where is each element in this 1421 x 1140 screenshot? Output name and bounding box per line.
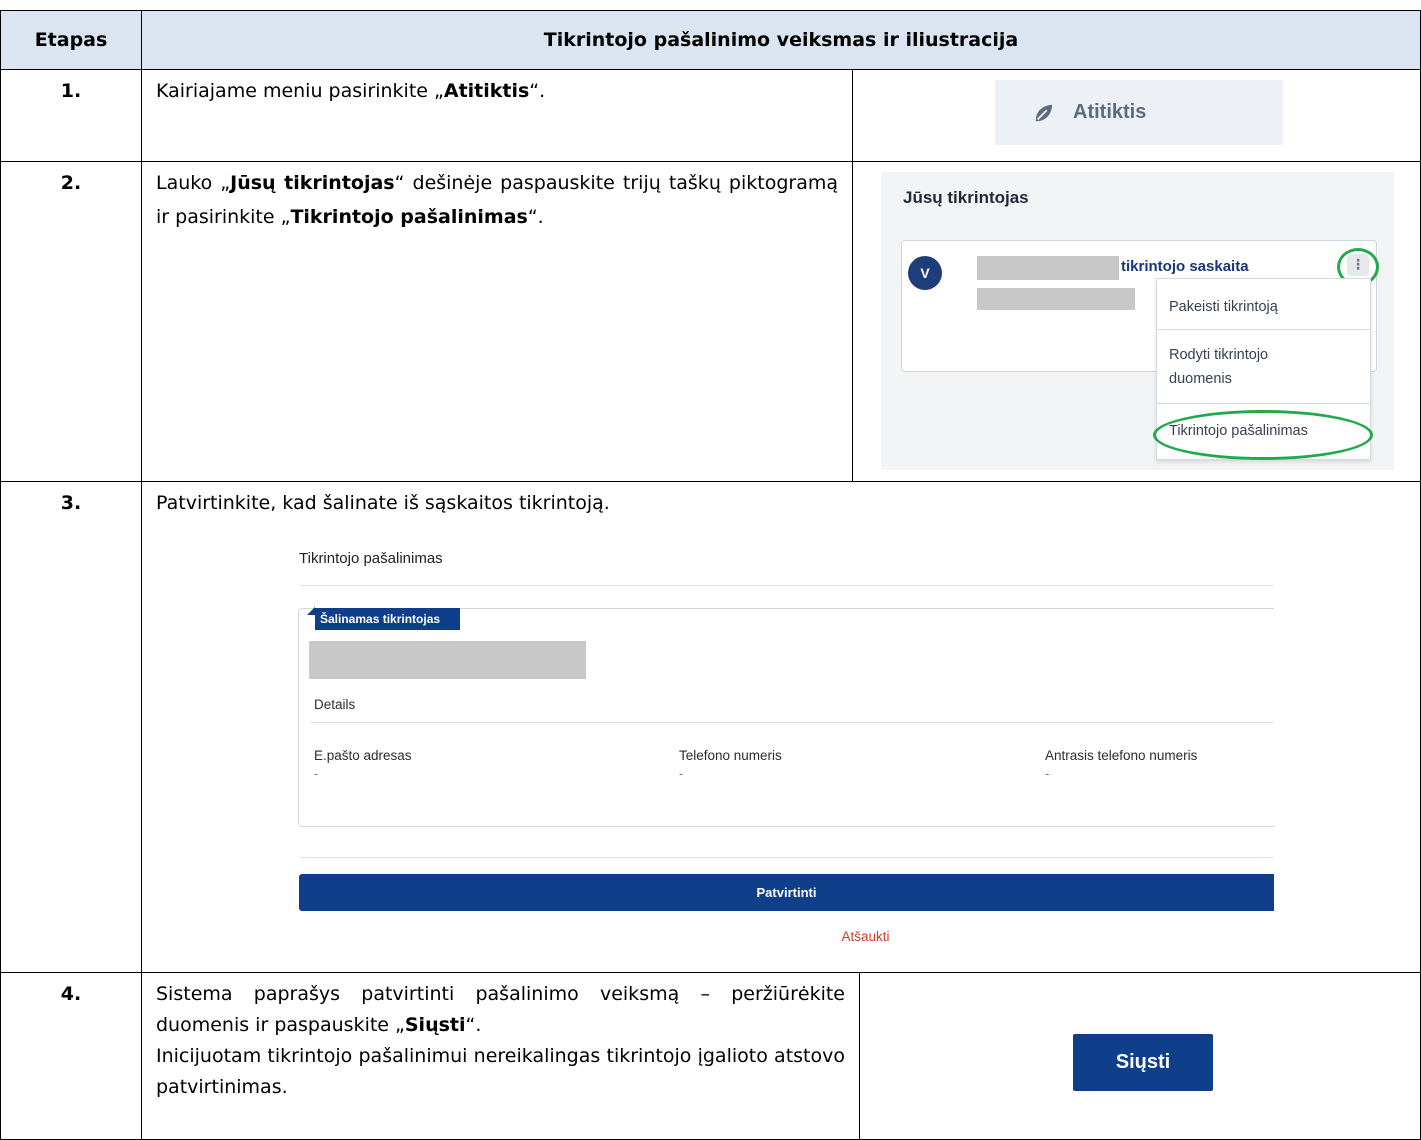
secondary-phone-label: Antrasis telefono numeris <box>1045 748 1198 763</box>
verifier-account-name: tikrintojo saskaita <box>1121 258 1249 275</box>
step-4-text-a: Sistema paprašys patvirtinti pašalinimo … <box>156 983 845 1036</box>
step-1-text-a: Kairiajame meniu pasirinkite „ <box>156 80 444 102</box>
step-1-num: 1. <box>60 80 82 102</box>
step-4-num: 4. <box>60 983 82 1005</box>
email-value: - <box>314 766 319 781</box>
secondary-phone-value: - <box>1045 766 1050 781</box>
menu-item-show-verifier-data[interactable]: Rodyti tikrintojo duomenis <box>1157 343 1307 391</box>
verifier-panel-title: Jūsų tikrintojas <box>903 188 1029 207</box>
step-3-text: Patvirtinkite, kad šalinate iš sąskaitos… <box>156 492 610 514</box>
header-etapas-label: Etapas <box>34 29 108 51</box>
footer-divider <box>299 857 1274 858</box>
phone-label: Telefono numeris <box>679 748 782 763</box>
send-button[interactable]: Siųsti <box>1073 1034 1213 1091</box>
cancel-link[interactable]: Atšaukti <box>841 929 889 944</box>
redacted-subtitle <box>977 288 1135 310</box>
header-action-label: Tikrintojo pašalinimo veiksmas ir iliust… <box>543 29 1019 51</box>
step-2-text-bold-a: Jūsų tikrintojas <box>230 172 395 194</box>
header-action: Tikrintojo pašalinimo veiksmas ir iliust… <box>141 10 1421 70</box>
verifier-panel: Jūsų tikrintojas V tikrintojo saskaita ⋮… <box>881 172 1394 470</box>
atitiktis-label: Atitiktis <box>1073 101 1147 123</box>
cancel-row: Atšaukti <box>0 929 1421 944</box>
phone-value: - <box>679 766 684 781</box>
step-1-text: Kairiajame meniu pasirinkite „Atitiktis“… <box>141 69 853 162</box>
title-divider <box>299 585 1274 586</box>
remove-verifier-title: Tikrintojo pašalinimas <box>299 550 443 567</box>
step-2-text-bold-b: Tikrintojo pašalinimas <box>290 206 528 228</box>
step-2-num: 2. <box>60 172 82 194</box>
highlight-ring-remove <box>1153 410 1373 460</box>
details-divider <box>310 722 1274 723</box>
step-4-text-b: “. <box>465 1014 482 1036</box>
header-etapas: Etapas <box>0 10 142 70</box>
step-4-text-c: Inicijuotam tikrintojo pašalinimui nerei… <box>156 1045 845 1098</box>
redacted-name <box>977 256 1119 280</box>
step-1-text-c: “. <box>529 80 546 102</box>
avatar: V <box>908 256 942 290</box>
step-2-text: Lauko „Jūsų tikrintojas“ dešinėje paspau… <box>141 161 853 482</box>
tag-corner <box>307 607 315 615</box>
redacted-verifier-name <box>309 641 586 679</box>
confirm-button[interactable]: Patvirtinti <box>299 874 1274 911</box>
step-2-number: 2. <box>0 161 142 482</box>
menu-item-change-verifier[interactable]: Pakeisti tikrintoją <box>1157 295 1370 319</box>
step-2-text-c: “. <box>527 206 544 228</box>
step-1-number: 1. <box>0 69 142 162</box>
email-label: E.pašto adresas <box>314 748 412 763</box>
step-4-text: Sistema paprašys patvirtinti pašalinimo … <box>141 972 860 1140</box>
step-3-num: 3. <box>60 492 82 514</box>
leaf-icon <box>1035 104 1053 121</box>
menu-divider <box>1157 329 1370 330</box>
step-4-text-bold: Siųsti <box>404 1014 466 1036</box>
atitiktis-menu-item[interactable]: Atitiktis <box>995 80 1283 145</box>
step-3-number: 3. <box>0 481 142 973</box>
step-4-number: 4. <box>0 972 142 1140</box>
menu-divider <box>1157 403 1370 404</box>
step-2-text-a: Lauko „ <box>156 172 231 194</box>
step-1-text-bold: Atitiktis <box>443 80 530 102</box>
removed-verifier-tag: Šalinamas tikrintojas <box>315 608 460 630</box>
details-label: Details <box>314 697 356 712</box>
